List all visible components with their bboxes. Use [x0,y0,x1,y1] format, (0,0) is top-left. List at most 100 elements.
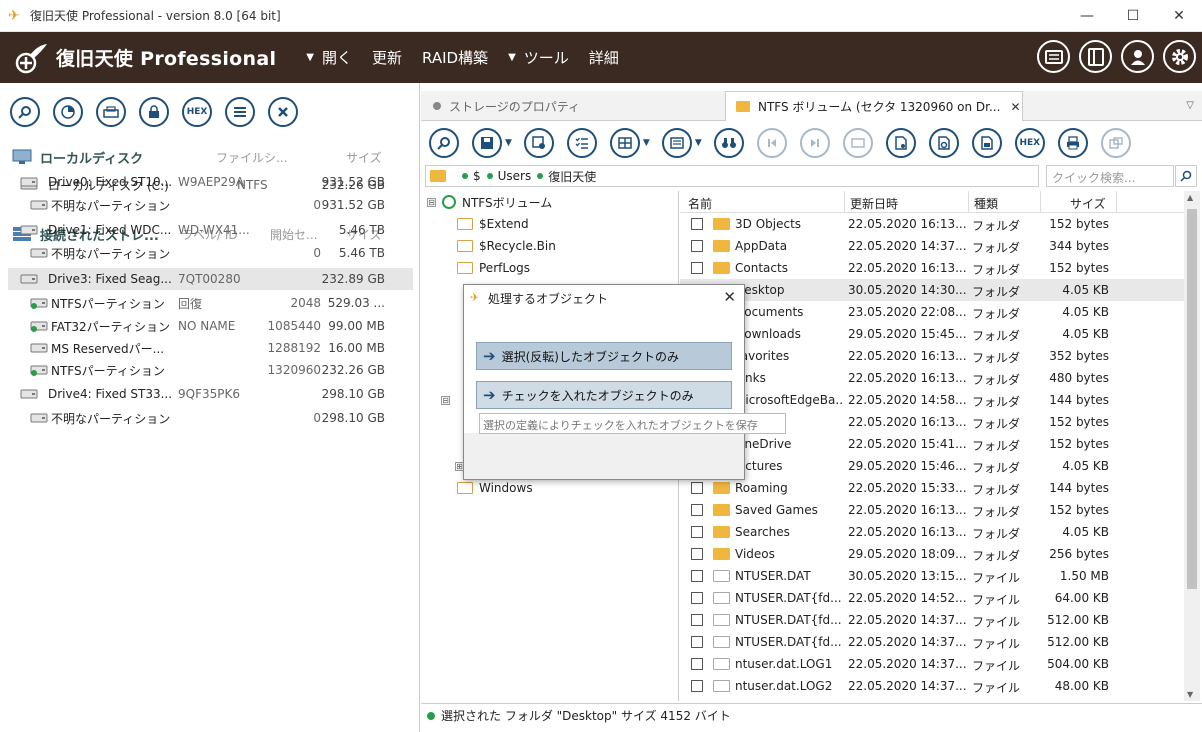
row-checkbox[interactable] [691,262,703,274]
row-checkbox[interactable] [691,240,703,252]
file-gear-icon[interactable] [928,128,959,158]
scroll-down-icon[interactable]: ▼ [1187,690,1193,699]
file-settings-icon[interactable] [885,128,916,158]
maximize-button[interactable]: ☐ [1110,0,1156,32]
table-row[interactable]: 3D Objects 22.05.2020 16:13... フォルダ 152 byt… [680,213,1184,235]
row-checkbox[interactable] [691,592,703,604]
row-checkbox[interactable] [691,218,703,230]
close-window-button[interactable]: ✕ [1156,0,1202,32]
storage-partition-row[interactable]: 不明なパーティション 0 298.10 GB [8,407,413,429]
table-row[interactable]: NTUSER.DAT 30.05.2020 13:15... ファイル 1.50 MB [680,565,1184,587]
dialog-close-button[interactable]: ✕ [723,288,736,306]
tab-ntfs-volume[interactable]: NTFS ボリューム (セクタ 1320960 on Dr... ✕ [725,91,1023,121]
tree-item[interactable]: Windows [457,477,533,499]
tree-expander[interactable]: ⊟ [441,389,456,411]
row-checkbox[interactable] [691,548,703,560]
file-save-icon[interactable] [971,128,1002,158]
col-name[interactable]: 名前 [688,195,712,212]
checklist-icon[interactable] [566,128,597,158]
checked-objects-button[interactable]: ➔ チェックを入れたオブジェクトのみ [476,381,732,409]
lock-icon[interactable] [139,97,169,127]
storage-partition-row[interactable]: MS Reservedパー... 1288192 16.00 MB [8,337,413,359]
table-row[interactable]: Contacts 22.05.2020 16:13... フォルダ 152 bytes [680,257,1184,279]
breadcrumb-root[interactable]: $ [473,169,481,183]
minimize-button[interactable]: — [1064,0,1110,32]
menu-raid[interactable]: RAID構築 [422,47,488,68]
close-icon[interactable] [268,97,298,127]
file-list-scrollbar[interactable]: ▲ ▼ [1184,191,1200,701]
tree-item[interactable]: $Recycle.Bin [457,235,556,257]
table-row[interactable]: ntuser.dat.LOG1 22.05.2020 14:37... ファイル 50… [680,653,1184,675]
scroll-up-icon[interactable]: ▲ [1187,193,1193,202]
next-icon[interactable] [799,128,830,158]
col-filesystem[interactable]: ファイルシ... [216,149,287,166]
details-caret-icon[interactable]: ▼ [695,138,702,148]
gear-icon[interactable] [1163,40,1196,73]
breadcrumb-current[interactable]: 復旧天使 [548,168,596,185]
scroll-thumb[interactable] [1187,209,1197,589]
user-icon[interactable] [1121,40,1154,73]
storage-drive-row[interactable]: Drive1: Fixed WDC... WD-WX41... 5.46 TB [8,219,413,241]
row-checkbox[interactable] [691,570,703,582]
storage-partition-row[interactable]: NTFSパーティション 回復 2048 529.03 ... [8,292,413,314]
row-checkbox[interactable] [691,614,703,626]
selected-objects-button[interactable]: ➔ 選択(反転)したオブジェクトのみ [476,342,732,370]
tab-close-icon[interactable]: ✕ [1010,100,1020,114]
tab-menu-icon[interactable]: ▽ [1186,100,1194,111]
search-icon[interactable] [429,128,459,158]
menu-open[interactable]: ▼ 開く [306,47,352,68]
export-icon[interactable] [1100,128,1131,158]
tree-item[interactable]: PerfLogs [457,257,530,279]
row-checkbox[interactable] [691,504,703,516]
table-row[interactable]: Favorites 22.05.2020 16:13... フォルダ 352 byte… [680,345,1184,367]
storage-partition-row[interactable]: 不明なパーティション 0 931.52 GB [8,194,413,216]
tab-storage-properties[interactable]: ストレージのプロパティ [421,91,725,121]
storage-partition-row[interactable]: FAT32パーティション NO NAME 1085440 99.00 MB [8,315,413,337]
search-icon[interactable] [10,97,40,127]
table-row[interactable]: ntuser.dat.LOG2 22.05.2020 14:37... ファイル 48… [680,675,1184,697]
drive-image-icon[interactable] [96,97,126,127]
table-row[interactable]: Saved Games 22.05.2020 16:13... フォルダ 152 by… [680,499,1184,521]
storage-drive-row[interactable]: Drive0: Fixed ST10... W9AEP29A 931.52 GB [8,171,413,193]
quick-search-input[interactable]: クイック検索... [1046,165,1174,187]
card-icon[interactable] [1037,40,1070,73]
preview-icon[interactable] [842,128,873,158]
menu-details[interactable]: 詳細 [589,47,619,68]
storage-partition-row[interactable]: 不明なパーティション 0 5.46 TB [8,242,413,264]
view-caret-icon[interactable]: ▼ [643,138,650,148]
collapse-icon[interactable]: ⊟ [427,197,436,207]
row-checkbox[interactable] [691,526,703,538]
tree-root[interactable]: ⊟ NTFSボリューム [427,191,552,213]
col-size[interactable]: サイズ [346,149,382,166]
table-row[interactable]: MicrosoftEdgeBa... 22.05.2020 14:58... フォル… [680,389,1184,411]
table-row[interactable]: NTUSER.DAT{fd... 22.05.2020 14:37... ファイル 5… [680,631,1184,653]
table-row[interactable]: Links 22.05.2020 16:13... フォルダ 480 bytes [680,367,1184,389]
save-caret-icon[interactable]: ▼ [505,138,512,148]
storage-drive-row[interactable]: Drive4: Fixed ST33... 9QF35PK6 298.10 GB [8,383,413,405]
table-row[interactable]: Roaming 22.05.2020 15:33... フォルダ 144 bytes [680,477,1184,499]
hex-icon[interactable]: HEX [182,97,212,127]
table-row[interactable]: NTUSER.DAT{fd... 22.05.2020 14:37... ファイル 5… [680,609,1184,631]
binoculars-icon[interactable] [713,128,744,158]
list-icon[interactable] [225,97,255,127]
storage-partition-row[interactable]: NTFSパーティション 1320960 232.26 GB [8,359,413,381]
table-row[interactable]: Pictures 29.05.2020 15:46... フォルダ 4.05 KB [680,455,1184,477]
search-icon[interactable] [1175,165,1197,187]
col-type[interactable]: 種類 [974,195,998,212]
details-view-icon[interactable] [661,128,692,158]
row-checkbox[interactable] [691,482,703,494]
menu-tools[interactable]: ▼ ツール [508,47,569,68]
storage-drive-row[interactable]: Drive3: Fixed Seag... 7QT00280 232.89 GB [8,268,413,290]
hex-view-icon[interactable]: HEX [1014,128,1045,158]
col-file-size[interactable]: サイズ [1070,195,1106,212]
collapse-icon[interactable]: ⊟ [441,395,450,405]
save-icon[interactable] [472,128,502,158]
scan-pie-icon[interactable] [53,97,83,127]
prev-icon[interactable] [756,128,787,158]
printer-icon[interactable] [1057,128,1088,158]
menu-refresh[interactable]: 更新 [372,47,402,68]
row-checkbox[interactable] [691,658,703,670]
row-checkbox[interactable] [691,636,703,648]
table-row[interactable]: NTUSER.DAT{fd... 22.05.2020 14:52... ファイル 6… [680,587,1184,609]
panel-icon[interactable] [1079,40,1112,73]
